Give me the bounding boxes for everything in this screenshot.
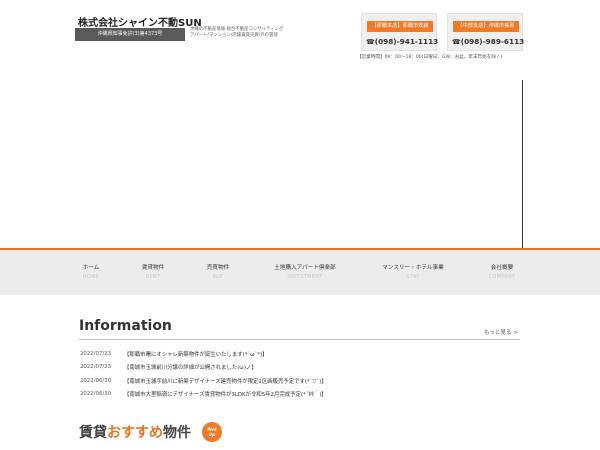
- news-item: 2022/06/30 【南城市玉城字前川に新築デザイナーズ建売物件が限定2区画販…: [80, 374, 520, 388]
- heading-accent: おすすめ: [107, 425, 163, 441]
- news-title-link[interactable]: 【南城市玉城字前川に新築デザイナーズ建売物件が限定2区画販売予定です(*´▽`)…: [124, 377, 327, 385]
- recommended-heading: 賃貸おすすめ物件: [79, 422, 191, 442]
- global-nav: ホーム HOME 賃貸物件 RENT 売買物件 BUY 土地購入アパート倶楽部 …: [0, 250, 600, 295]
- description-line-2: アパート/マンション/店舗賃貸売買/外の管理: [190, 33, 278, 38]
- news-list: 2022/07/23 【那覇市曙にオシャレ新築物件が誕生いたします(*´ω`*)…: [80, 347, 520, 401]
- news-date: 2022/07/23: [80, 350, 112, 357]
- news-item: 2022/06/30 【南城市大里稲嶺にデザイナーズ賃貸物件が3LDKが令和5年…: [80, 388, 520, 402]
- nav-item-rent[interactable]: 賃貸物件 RENT: [142, 263, 164, 280]
- nav-sublabel: HOME: [82, 274, 100, 280]
- news-item: 2022/07/23 【那覇市曙にオシャレ新築物件が誕生いたします(*´ω`*)…: [80, 347, 520, 361]
- information-divider: [79, 339, 520, 340]
- nav-label: 土地購入アパート倶楽部: [274, 265, 336, 271]
- news-title-link[interactable]: 【南城市大里稲嶺にデザイナーズ賃貸物件が3LDKが令和5年2月完成予定(*´艸｀…: [124, 390, 327, 398]
- phone-number-okinawa[interactable]: ☎ (098)-989-6113: [452, 37, 525, 46]
- company-description: 沖縄の不動産情報 総合不動産コンサルティング アパート/マンション/店舗賃貸売買…: [190, 27, 283, 39]
- nav-item-home[interactable]: ホーム HOME: [83, 263, 100, 280]
- more-link[interactable]: もっと見る >: [484, 328, 518, 336]
- nav-label: 売買物件: [206, 265, 230, 271]
- nav-label: ホーム: [82, 265, 100, 271]
- phone-icon: ☎: [366, 37, 375, 46]
- heading-suffix: 物件: [163, 425, 191, 441]
- branch-tag-naha: 【那覇本店】那覇市安謝: [367, 21, 433, 32]
- information-heading: Information: [79, 318, 172, 334]
- pickup-badge: Pick Up: [202, 422, 222, 442]
- nav-sublabel: BUY: [212, 274, 224, 280]
- nav-label: マンスリー・ホテル事業: [382, 265, 444, 271]
- nav-sublabel: INVESTMENT: [287, 274, 323, 280]
- phone-number-naha[interactable]: ☎ (098)-941-1113: [366, 37, 439, 46]
- phone-number-text: (098)-941-1113: [374, 37, 439, 46]
- contact-box-okinawa[interactable]: 【中部支店】沖縄市美原 ☎ (098)-989-6113: [447, 13, 525, 51]
- heading-prefix: 賃貸: [79, 425, 107, 441]
- company-name[interactable]: 株式会社シャイン不動SUN: [78, 14, 202, 29]
- license-number: 沖縄県知事免許(3)第4373号: [75, 28, 185, 41]
- news-date: 2022/06/30: [80, 391, 112, 398]
- news-title-link[interactable]: 【那覇市曙にオシャレ新築物件が誕生いたします(*´ω`*)】: [124, 350, 268, 358]
- hero-slider[interactable]: [0, 64, 600, 248]
- nav-sublabel: COMPANY: [488, 274, 516, 280]
- nav-label: 会社概要: [490, 265, 514, 271]
- business-hours: 【営業時間】09：00～18：00(日曜日、GW、お盆、年末年始を除く): [357, 55, 503, 60]
- news-date: 2022/06/30: [80, 377, 112, 384]
- branch-tag-okinawa: 【中部支店】沖縄市美原: [453, 21, 519, 32]
- nav-item-company[interactable]: 会社概要 COMPANY: [489, 263, 516, 280]
- contact-box-naha[interactable]: 【那覇本店】那覇市安謝 ☎ (098)-941-1113: [361, 13, 439, 51]
- nav-item-stay[interactable]: マンスリー・ホテル事業 STAY: [382, 263, 443, 280]
- phone-number-text: (098)-989-6113: [460, 37, 525, 46]
- nav-item-buy[interactable]: 売買物件 BUY: [207, 263, 229, 280]
- news-item: 2022/07/23 【南城市玉城前川分譲の詳細が公開されました(ω)ノ】: [80, 361, 520, 375]
- badge-line-2: Up: [208, 432, 216, 437]
- news-title-link[interactable]: 【南城市玉城前川分譲の詳細が公開されました(ω)ノ】: [124, 363, 257, 371]
- nav-sublabel: STAY: [406, 274, 420, 280]
- slider-edge: [522, 80, 523, 248]
- nav-label: 賃貸物件: [141, 265, 165, 271]
- nav-item-investment[interactable]: 土地購入アパート倶楽部 INVESTMENT: [274, 263, 335, 280]
- news-date: 2022/07/23: [80, 364, 112, 371]
- nav-sublabel: RENT: [145, 274, 161, 280]
- phone-icon: ☎: [452, 37, 461, 46]
